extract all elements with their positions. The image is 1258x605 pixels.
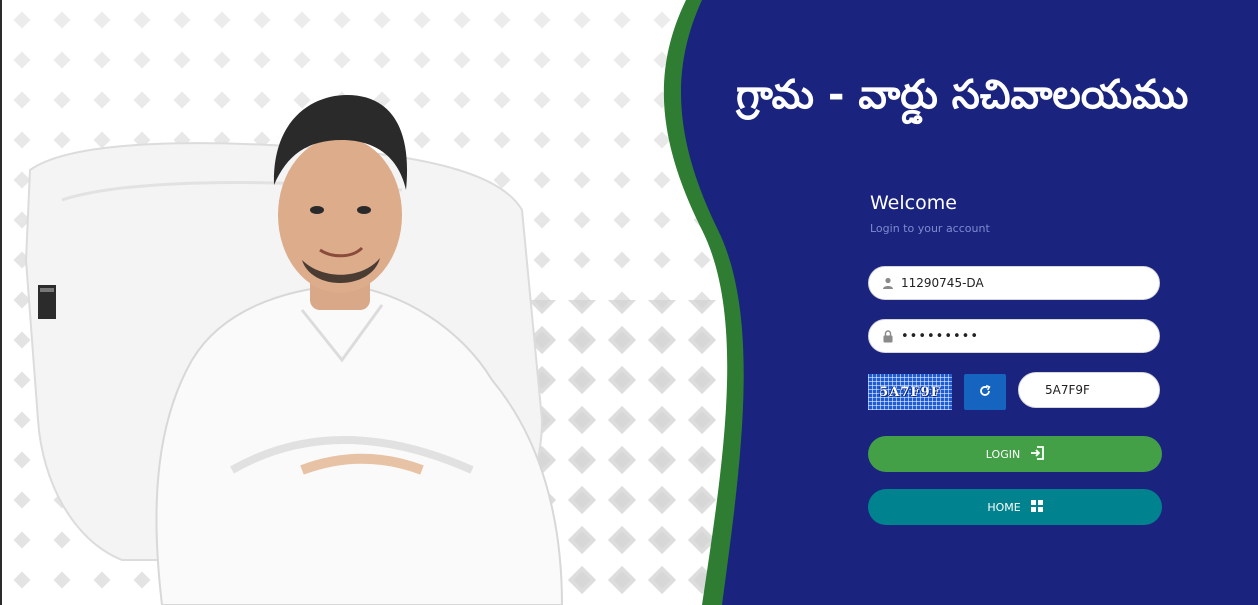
welcome-subtitle: Login to your account — [870, 222, 990, 235]
captcha-row: 5A7F9F — [868, 372, 1162, 410]
app-title: గ్రామ - వార్డు సచివాలయము — [736, 72, 1189, 118]
login-page: గ్రామ - వార్డు సచివాలయము Welcome Login t… — [0, 0, 1258, 605]
user-icon — [881, 276, 895, 290]
refresh-icon — [978, 383, 992, 402]
login-button[interactable]: LOGIN — [868, 436, 1162, 472]
captcha-image: 5A7F9F — [868, 374, 952, 410]
password-input[interactable] — [901, 328, 1141, 344]
home-label: HOME — [987, 500, 1021, 514]
lock-icon — [881, 329, 895, 343]
captcha-input[interactable] — [1045, 383, 1145, 397]
password-field[interactable] — [868, 319, 1160, 353]
home-button[interactable]: HOME — [868, 489, 1162, 525]
login-label: LOGIN — [985, 447, 1021, 461]
refresh-captcha-button[interactable] — [964, 374, 1006, 410]
username-input[interactable] — [901, 276, 1141, 290]
username-field[interactable] — [868, 266, 1160, 300]
captcha-text: 5A7F9F — [879, 384, 941, 400]
captcha-field[interactable] — [1018, 372, 1160, 408]
grid-icon — [1030, 499, 1043, 515]
welcome-heading: Welcome — [870, 192, 957, 214]
sign-in-icon — [1030, 445, 1045, 463]
